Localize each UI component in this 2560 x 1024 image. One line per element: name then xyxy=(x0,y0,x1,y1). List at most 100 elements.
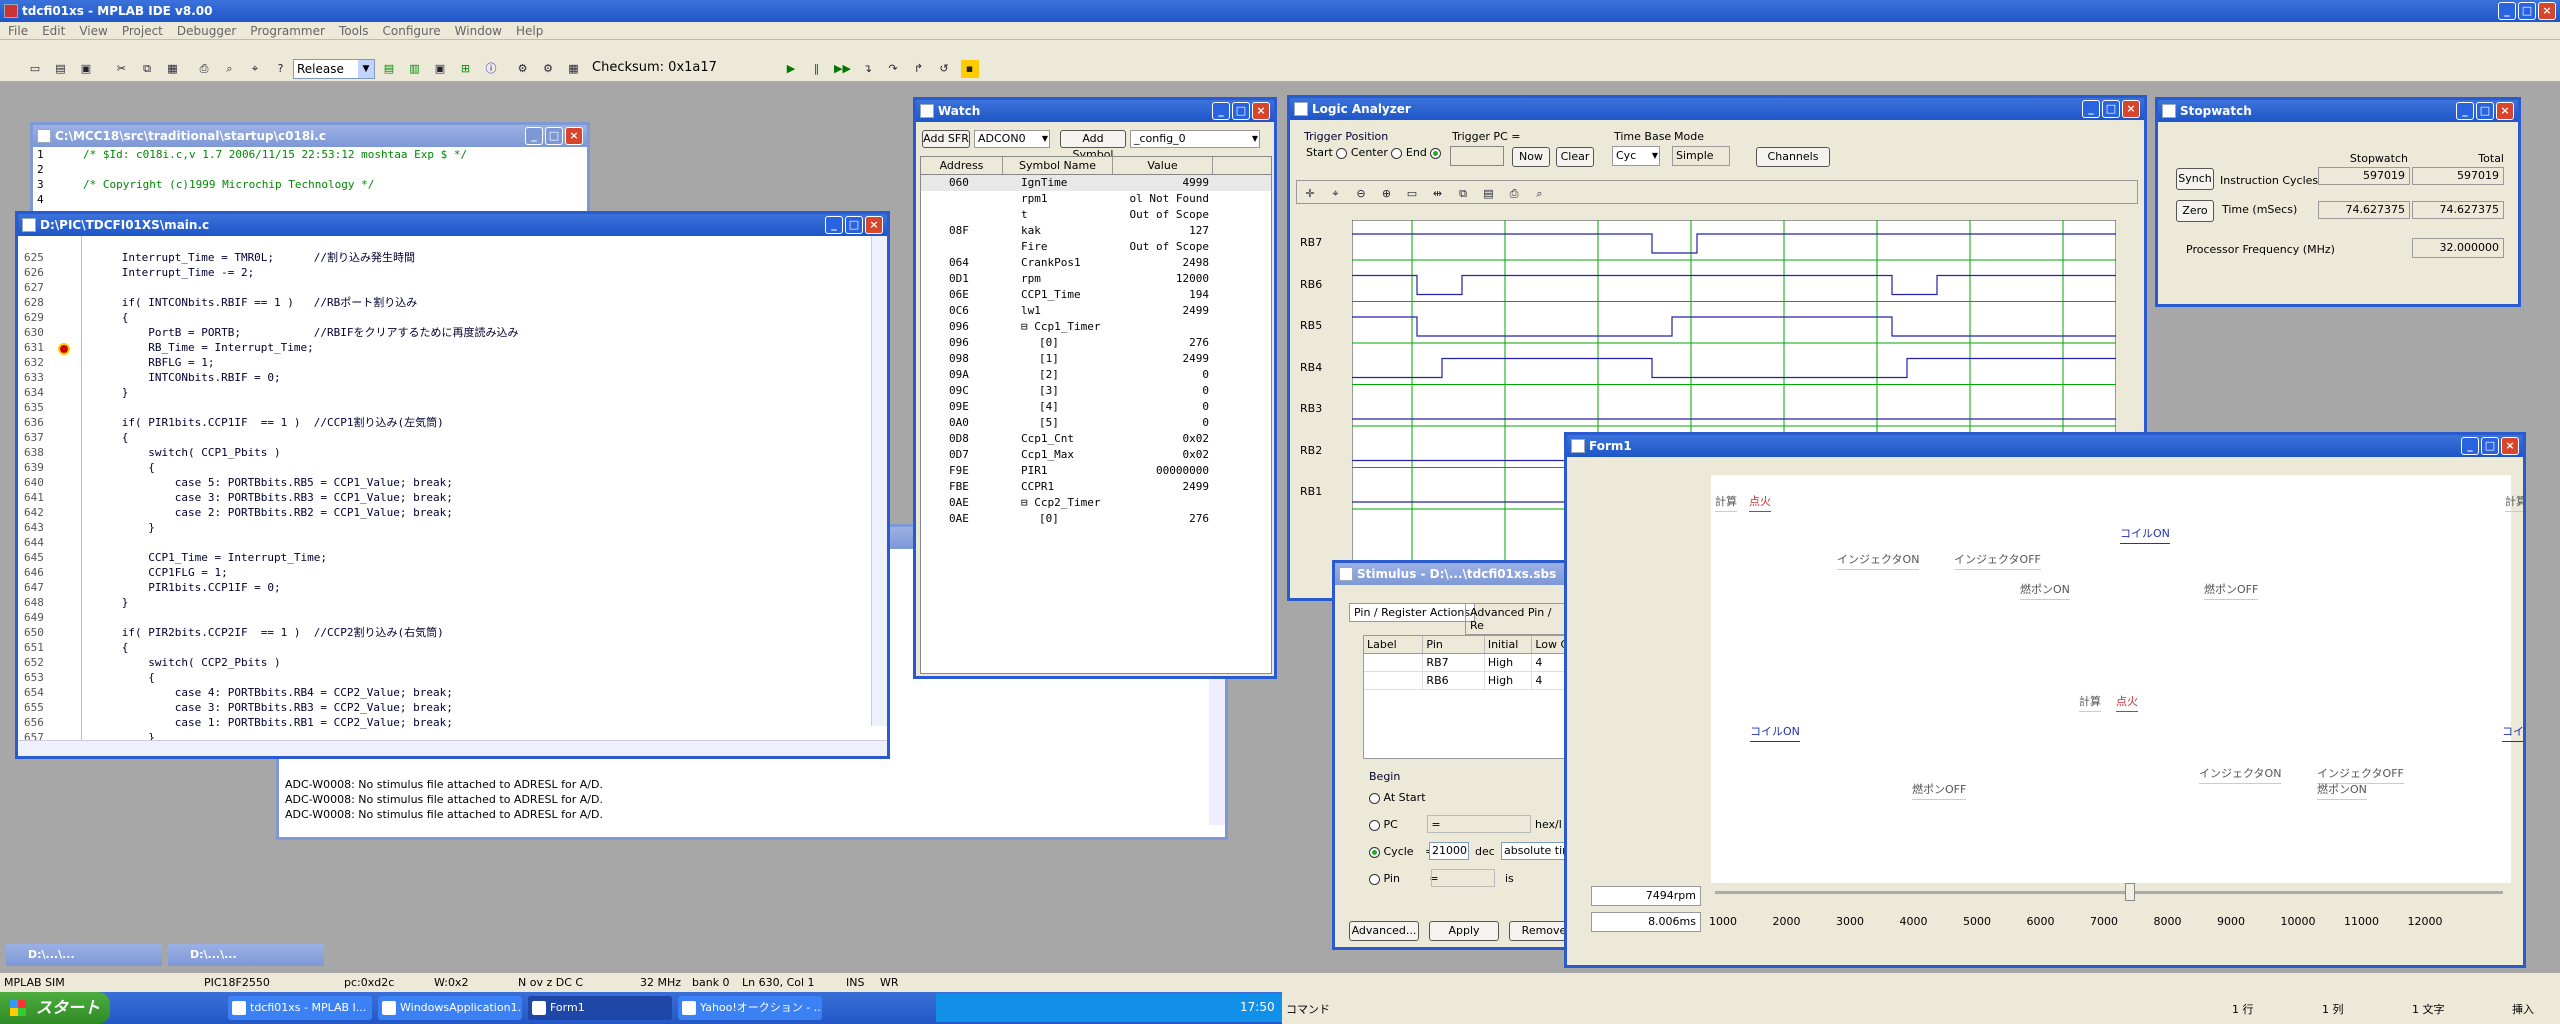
watch-row[interactable]: rpm1 ol Not Found xyxy=(921,191,1271,207)
menu-help[interactable]: Help xyxy=(516,24,543,38)
close-button[interactable]: × xyxy=(1252,102,1270,120)
step-out-icon[interactable]: ↱ xyxy=(910,60,928,78)
sfr-select[interactable]: ADCON0 ▼ xyxy=(974,130,1050,148)
watch-row[interactable]: 0D8 Ccp1_Cnt 0x02 xyxy=(921,431,1271,447)
menu-window[interactable]: Window xyxy=(455,24,502,38)
zoom-in-icon[interactable]: ⊕ xyxy=(1378,185,1396,203)
add-sfr-button[interactable]: Add SFR xyxy=(922,130,970,148)
watch-row[interactable]: 064 CrankPos1 2498 xyxy=(921,255,1271,271)
minimize-button[interactable]: _ xyxy=(525,127,543,145)
reset-icon[interactable]: ↺ xyxy=(935,60,953,78)
maximize-button[interactable]: □ xyxy=(2518,2,2536,20)
processor-frequency[interactable]: 32.000000 xyxy=(2412,238,2504,258)
watch-col-header[interactable]: Address xyxy=(921,157,1003,174)
channels-button[interactable]: Channels xyxy=(1756,147,1830,167)
close-button[interactable]: × xyxy=(865,216,883,234)
watch-row[interactable]: FBE CCPR1 2499 xyxy=(921,479,1271,495)
minimize-button[interactable]: _ xyxy=(825,216,843,234)
step-into-icon[interactable]: ↴ xyxy=(859,60,877,78)
remove-button[interactable]: Remove xyxy=(1509,921,1569,941)
taskbar-button[interactable]: WindowsApplication1... xyxy=(378,996,522,1020)
symbol-select[interactable]: _config_0 ▼ xyxy=(1130,130,1260,148)
tab-pin-register-actions[interactable]: Pin / Register Actions xyxy=(1349,603,1476,622)
cycle-radio[interactable] xyxy=(1369,846,1380,858)
help-icon[interactable]: ? xyxy=(272,60,290,78)
trigger-pc-input[interactable] xyxy=(1450,146,1504,166)
maximize-button[interactable]: □ xyxy=(845,216,863,234)
cursor-icon[interactable]: ✛ xyxy=(1301,185,1319,203)
at-start-radio[interactable] xyxy=(1369,792,1380,804)
minimize-button[interactable]: _ xyxy=(1212,102,1230,120)
pin-radio[interactable] xyxy=(1369,873,1380,885)
time-base-select[interactable]: Cyc ▼ xyxy=(1612,146,1660,166)
close-button[interactable]: × xyxy=(565,127,583,145)
editor-hscrollbar[interactable] xyxy=(18,740,887,756)
program-icon[interactable]: ⚙ xyxy=(514,60,532,78)
start-button[interactable]: スタート xyxy=(0,992,110,1024)
close-button[interactable]: × xyxy=(2122,100,2140,118)
start-radio[interactable] xyxy=(1336,147,1348,159)
watch-row[interactable]: 06E CCP1_Time 194 xyxy=(921,287,1271,303)
watch-row[interactable]: 098 [1] 2499 xyxy=(921,351,1271,367)
run-icon[interactable]: ▶ xyxy=(782,60,800,78)
watch-row[interactable]: F9E PIR1 00000000 xyxy=(921,463,1271,479)
save-icon[interactable]: ▣ xyxy=(77,60,95,78)
pc-input[interactable] xyxy=(1427,815,1531,833)
maximize-button[interactable]: □ xyxy=(2102,100,2120,118)
center-radio[interactable] xyxy=(1391,147,1403,159)
menu-debugger[interactable]: Debugger xyxy=(177,24,236,38)
advanced-button[interactable]: Advanced... xyxy=(1349,921,1419,941)
absolute-time-select[interactable]: absolute time xyxy=(1501,842,1569,860)
taskbar-button[interactable]: Form1 xyxy=(528,996,672,1020)
end-radio[interactable] xyxy=(1430,147,1442,159)
maximize-button[interactable]: □ xyxy=(545,127,563,145)
maximize-button[interactable]: □ xyxy=(2476,102,2494,120)
copy-icon[interactable]: ⧉ xyxy=(1454,185,1472,203)
pin-select[interactable] xyxy=(1431,869,1495,887)
copy-icon[interactable]: ⧉ xyxy=(138,60,156,78)
watch-row[interactable]: 09C [3] 0 xyxy=(921,383,1271,399)
menu-configure[interactable]: Configure xyxy=(383,24,441,38)
print-icon[interactable]: ⎙ xyxy=(1505,185,1523,203)
menu-edit[interactable]: Edit xyxy=(42,24,65,38)
apply-button[interactable]: Apply xyxy=(1429,921,1499,941)
watch-row[interactable]: 0AE [0] 276 xyxy=(921,511,1271,527)
watch-row[interactable]: 0D1 rpm 12000 xyxy=(921,271,1271,287)
info-icon[interactable]: ⓘ xyxy=(482,60,500,78)
animate-icon[interactable]: ▶▶ xyxy=(833,60,851,78)
stimulus-col-header[interactable]: Label xyxy=(1364,636,1424,653)
pc-radio[interactable] xyxy=(1369,819,1380,831)
menu-view[interactable]: View xyxy=(79,24,107,38)
watch-row[interactable]: 0D7 Ccp1_Max 0x02 xyxy=(921,447,1271,463)
stimulus-table[interactable]: Label Pin Initial Low C RB7 High 4 RB6 High 4 xyxy=(1363,635,1569,759)
watch-row[interactable]: 0C6 lw1 2499 xyxy=(921,303,1271,319)
stimulus-col-header[interactable]: Initial xyxy=(1485,636,1533,653)
select-icon[interactable]: ⌖ xyxy=(1327,185,1345,203)
region-icon[interactable]: ▭ xyxy=(1403,185,1421,203)
minimized-window-2[interactable]: D:\...\... xyxy=(168,944,324,966)
main-c-code[interactable]: 625 Interrupt_Time = TMR0L; //割り込み発生時間 62… xyxy=(18,250,868,742)
cycle-input[interactable]: 21000 xyxy=(1429,842,1469,860)
watch-row[interactable]: 060 IgnTime 4999 xyxy=(921,175,1271,191)
watch-row[interactable]: 0AE ⊟ Ccp2_Timer xyxy=(921,495,1271,511)
paste-icon[interactable]: ▦ xyxy=(164,60,182,78)
watch-row[interactable]: 096 ⊟ Ccp1_Timer xyxy=(921,319,1271,335)
find-icon[interactable]: ⌕ xyxy=(1531,185,1549,203)
build-all-icon[interactable]: ▥ xyxy=(406,60,424,78)
stimulus-row[interactable]: RB7 High 4 xyxy=(1364,654,1569,672)
editor-vscrollbar[interactable] xyxy=(871,236,887,726)
step-over-icon[interactable]: ↷ xyxy=(884,60,902,78)
menu-programmer[interactable]: Programmer xyxy=(250,24,325,38)
breakpoint-icon[interactable]: ▪ xyxy=(960,60,979,78)
build-icon[interactable]: ▤ xyxy=(380,60,398,78)
window-icon[interactable]: ▦ xyxy=(565,60,583,78)
find-icon[interactable]: ⌕ xyxy=(221,60,239,78)
watch-row[interactable]: t Out of Scope xyxy=(921,207,1271,223)
watch-row[interactable]: 0A0 [5] 0 xyxy=(921,415,1271,431)
menu-project[interactable]: Project xyxy=(122,24,163,38)
stimulus-row[interactable]: RB6 High 4 xyxy=(1364,672,1569,690)
fit-icon[interactable]: ⇹ xyxy=(1429,185,1447,203)
taskbar-button[interactable]: tdcfi01xs - MPLAB I... xyxy=(228,996,372,1020)
close-button[interactable]: × xyxy=(2538,2,2556,20)
zero-button[interactable]: Zero xyxy=(2176,200,2214,222)
